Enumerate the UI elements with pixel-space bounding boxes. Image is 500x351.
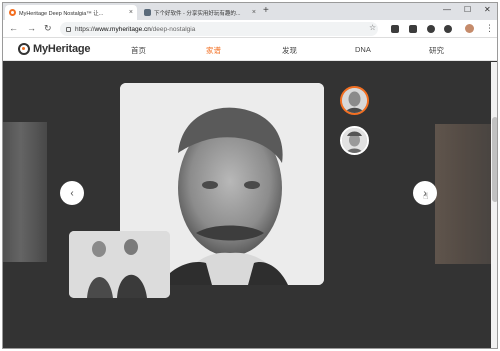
lock-icon (66, 26, 71, 32)
tab-title: MyHeritage Deep Nostalgia™ 让... (19, 10, 104, 17)
new-tab-button[interactable]: + (263, 5, 269, 16)
tab-strip: MyHeritage Deep Nostalgia™ 让... × 下个好软件 … (3, 3, 497, 20)
site-favicon-icon (144, 9, 151, 16)
url-path: /deep-nostalgia (150, 25, 196, 33)
nav-item-research[interactable]: 研究 (429, 45, 444, 56)
minimize-button[interactable]: — (443, 5, 451, 14)
url-host: www.myheritage.cn (94, 25, 151, 33)
tab-close-icon[interactable]: × (252, 9, 256, 16)
extension-icon[interactable] (409, 25, 417, 33)
browser-window: MyHeritage Deep Nostalgia™ 让... × 下个好软件 … (2, 2, 498, 349)
address-bar[interactable]: https://www.myheritage.cn/deep-nostalgia (60, 22, 378, 36)
scrollbar-thumb[interactable] (492, 117, 497, 202)
chevron-left-icon: ‹ (70, 187, 74, 199)
nav-item-family-tree[interactable]: 家谱 (206, 45, 221, 56)
close-window-button[interactable]: ✕ (484, 5, 491, 14)
photo-carousel: ‹ › ☝ (3, 62, 497, 348)
previous-arrow-button[interactable]: ‹ (60, 181, 84, 205)
man-thumbnail-image (342, 88, 367, 113)
reload-icon[interactable]: ↻ (44, 23, 52, 34)
browser-toolbar: ← → ↻ https://www.myheritage.cn/deep-nos… (3, 20, 497, 38)
myheritage-logo[interactable]: MyHeritage (18, 43, 91, 55)
portrait-thumbnail-selected[interactable] (340, 86, 369, 115)
logo-mark-icon (18, 43, 30, 55)
portrait-thumbnail[interactable] (340, 126, 369, 155)
tab-myheritage[interactable]: MyHeritage Deep Nostalgia™ 让... × (5, 5, 137, 20)
back-arrow-icon[interactable]: ← (9, 23, 18, 33)
nav-item-discover[interactable]: 发现 (282, 45, 297, 56)
url-scheme: https:// (75, 25, 95, 33)
nav-item-home[interactable]: 首页 (131, 45, 146, 56)
tab-close-icon[interactable]: × (129, 9, 133, 16)
next-photo-preview[interactable] (435, 124, 491, 264)
couple-photo-image (69, 231, 170, 298)
couple-photo-thumbnail[interactable] (69, 231, 170, 298)
maximize-button[interactable]: ☐ (464, 5, 471, 14)
myheritage-favicon-icon (9, 9, 16, 16)
tab-title: 下个好软件 - 分享实用好玩有趣的... (154, 10, 241, 17)
woman-thumbnail-image (342, 128, 367, 153)
extension-icon[interactable] (391, 25, 399, 33)
url-text: https://www.myheritage.cn/deep-nostalgia (75, 26, 195, 33)
nav-item-dna[interactable]: DNA (355, 45, 371, 54)
extension-icon[interactable] (444, 25, 452, 33)
menu-dots-icon[interactable]: ⋮ (485, 23, 494, 34)
page-scrollbar[interactable] (491, 62, 497, 348)
bookmark-star-icon[interactable]: ☆ (369, 23, 376, 32)
tab-xiagehaoruanjian[interactable]: 下个好软件 - 分享实用好玩有趣的... × (140, 5, 260, 20)
profile-avatar[interactable] (465, 24, 474, 33)
previous-photo-preview[interactable] (3, 122, 47, 262)
forward-arrow-icon[interactable]: → (27, 23, 36, 33)
site-header: MyHeritage 首页 家谱 发现 DNA 研究 (3, 38, 497, 61)
hand-cursor-icon: ☝ (423, 191, 429, 201)
extension-icon[interactable] (427, 25, 435, 33)
logo-text: MyHeritage (33, 43, 91, 55)
